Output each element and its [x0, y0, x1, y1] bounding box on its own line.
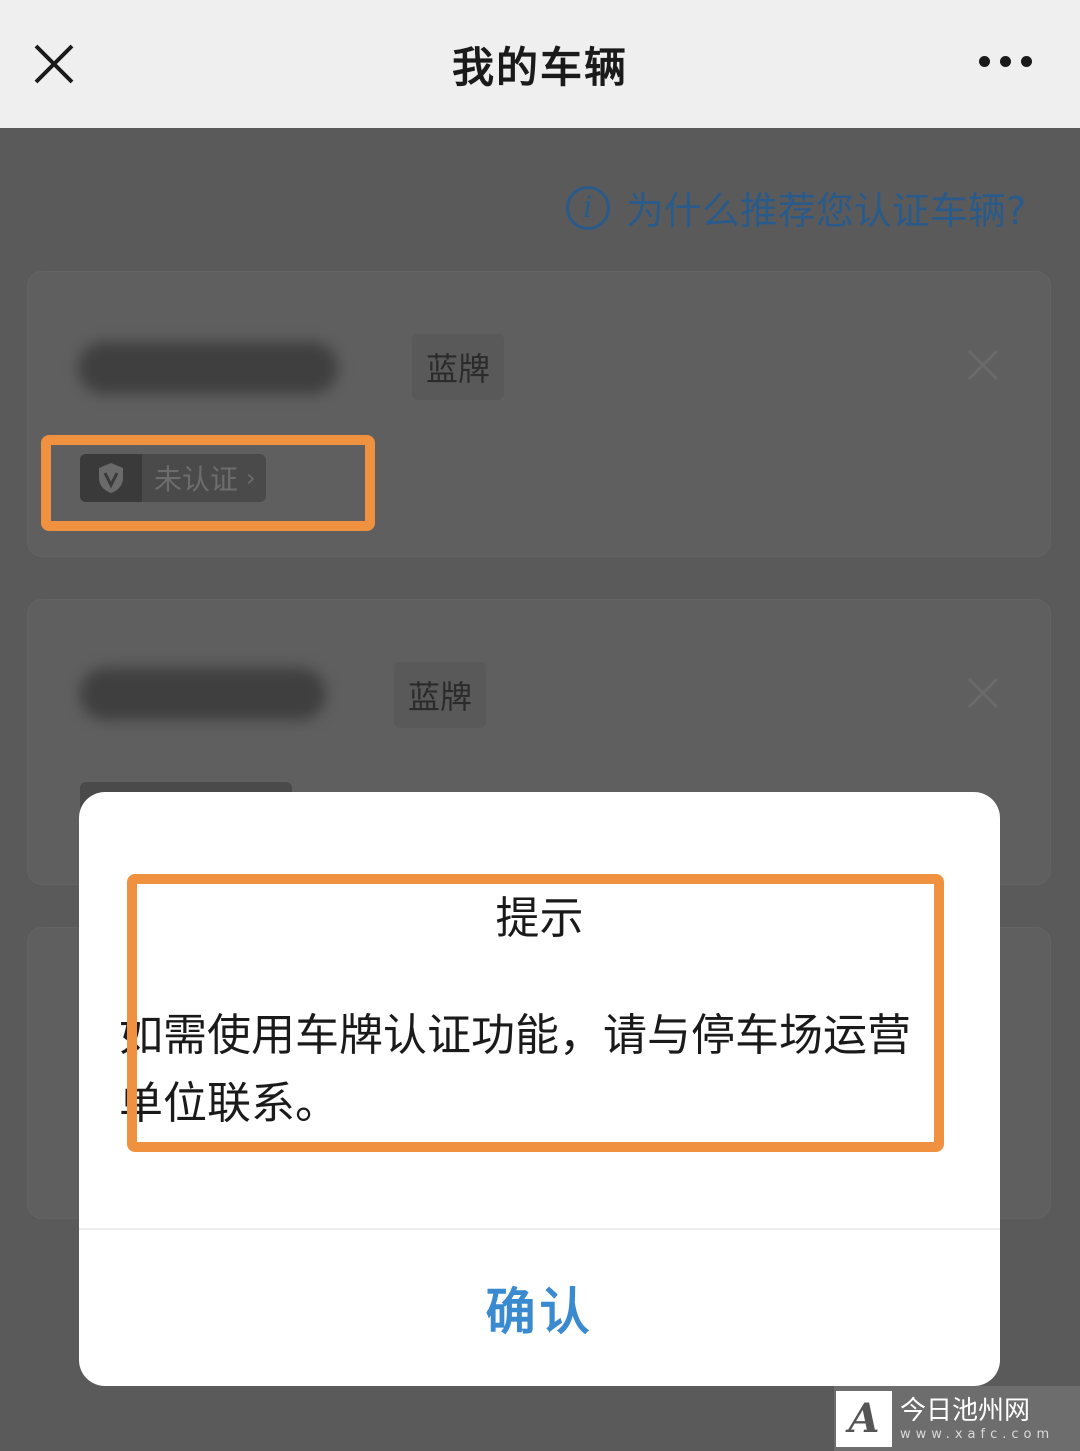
page-title: 我的车辆: [451, 42, 628, 92]
watermark-logo: A: [836, 1390, 892, 1447]
nav-bar: 我的车辆: [0, 0, 1080, 128]
plate-number-blurred: [78, 342, 338, 394]
remove-vehicle-icon[interactable]: [966, 348, 1000, 382]
watermark-url: www.xafc.com: [900, 1427, 1055, 1442]
highlight-box: [41, 435, 375, 531]
why-certify-link[interactable]: i 为什么推荐您认证车辆?: [565, 180, 1026, 235]
plate-type-tag: 蓝牌: [394, 662, 487, 728]
watermark: A 今日池州网 www.xafc.com: [834, 1386, 1080, 1451]
highlight-box: [127, 874, 944, 1152]
confirm-button[interactable]: 确认: [79, 1230, 1000, 1386]
plate-number-blurred: [80, 668, 326, 720]
remove-vehicle-icon[interactable]: [966, 676, 1000, 710]
watermark-name: 今日池州网: [900, 1396, 1031, 1426]
plate-type-tag: 蓝牌: [412, 334, 505, 400]
close-icon[interactable]: [32, 42, 76, 86]
info-icon: i: [565, 185, 610, 230]
why-certify-label: 为什么推荐您认证车辆?: [625, 189, 1026, 233]
more-icon[interactable]: [979, 56, 1032, 67]
